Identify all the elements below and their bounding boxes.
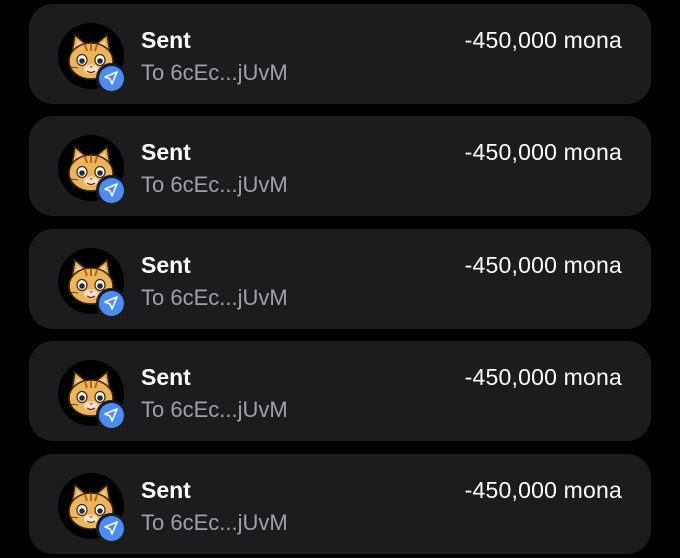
send-arrow-icon bbox=[98, 177, 124, 203]
send-badge bbox=[96, 175, 126, 205]
token-avatar bbox=[58, 23, 126, 93]
transaction-amount: -450,000 mona bbox=[464, 477, 622, 503]
transaction-amount: -450,000 mona bbox=[464, 27, 622, 53]
transaction-item[interactable]: Sent To 6cEc...jUvM -450,000 mona bbox=[29, 229, 651, 329]
transaction-amount: -450,000 mona bbox=[464, 139, 622, 165]
send-arrow-icon bbox=[98, 290, 124, 316]
send-badge bbox=[96, 513, 126, 543]
send-arrow-icon bbox=[98, 402, 124, 428]
send-badge bbox=[96, 400, 126, 430]
transaction-title: Sent bbox=[141, 364, 191, 390]
transaction-title: Sent bbox=[141, 477, 191, 503]
transaction-item[interactable]: Sent To 6cEc...jUvM -450,000 mona bbox=[29, 341, 651, 441]
send-badge bbox=[96, 288, 126, 318]
token-avatar bbox=[58, 248, 126, 318]
transaction-list: Sent To 6cEc...jUvM -450,000 mona Sent T… bbox=[0, 0, 680, 558]
transaction-item[interactable]: Sent To 6cEc...jUvM -450,000 mona bbox=[29, 454, 651, 554]
token-avatar bbox=[58, 360, 126, 430]
transaction-item[interactable]: Sent To 6cEc...jUvM -450,000 mona bbox=[29, 4, 651, 104]
transaction-title: Sent bbox=[141, 139, 191, 165]
send-badge bbox=[96, 63, 126, 93]
transaction-amount: -450,000 mona bbox=[464, 364, 622, 390]
token-avatar bbox=[58, 135, 126, 205]
transaction-title: Sent bbox=[141, 252, 191, 278]
send-arrow-icon bbox=[98, 515, 124, 541]
transaction-amount: -450,000 mona bbox=[464, 252, 622, 278]
transaction-recipient: To 6cEc...jUvM bbox=[141, 510, 288, 535]
transaction-title: Sent bbox=[141, 27, 191, 53]
transaction-item[interactable]: Sent To 6cEc...jUvM -450,000 mona bbox=[29, 116, 651, 216]
transaction-recipient: To 6cEc...jUvM bbox=[141, 172, 288, 197]
send-arrow-icon bbox=[98, 65, 124, 91]
transaction-recipient: To 6cEc...jUvM bbox=[141, 285, 288, 310]
transaction-recipient: To 6cEc...jUvM bbox=[141, 397, 288, 422]
token-avatar bbox=[58, 473, 126, 543]
transaction-recipient: To 6cEc...jUvM bbox=[141, 60, 288, 85]
